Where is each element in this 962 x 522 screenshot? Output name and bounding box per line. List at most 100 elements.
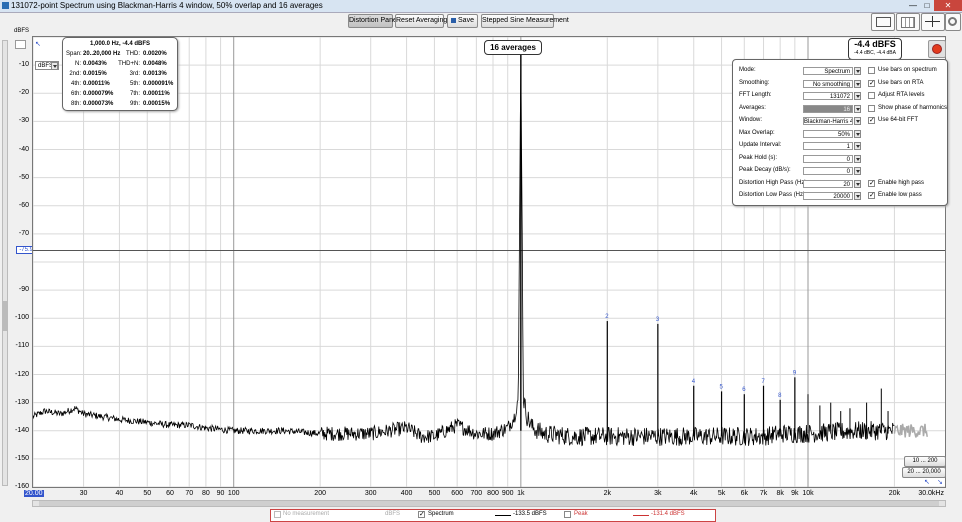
y-axis-unit: dBFS <box>14 28 30 34</box>
chevron-down-icon[interactable] <box>854 167 861 175</box>
legend-bar: No measurement dBFS ✓ Spectrum -133.5 dB… <box>270 509 716 522</box>
thdn-label: THD+N: <box>118 61 140 67</box>
harmonic-value: 0.0015% <box>83 71 107 77</box>
record-button[interactable] <box>928 40 946 58</box>
harmonic-value: 0.000079% <box>83 91 114 97</box>
setting-checkbox-label: Use bars on RTA <box>878 79 924 86</box>
setting-control[interactable]: Blackman-Harris 4 <box>803 117 853 125</box>
setting-control[interactable]: 20000 <box>803 192 853 200</box>
harmonic-label: 9th: <box>129 101 140 107</box>
setting-control[interactable]: 0 <box>803 167 853 175</box>
maximize-icon[interactable]: □ <box>920 0 934 11</box>
chevron-down-icon[interactable] <box>854 192 861 200</box>
x-zoom-out-icon[interactable]: ↖ <box>924 478 930 486</box>
settings-gear-icon[interactable] <box>945 13 961 31</box>
enable-high-pass-checkbox[interactable]: ✓ <box>868 179 875 187</box>
chevron-down-icon[interactable] <box>854 129 861 138</box>
setting-checkbox-label: Use 64-bit FFT <box>878 117 919 123</box>
chevron-down-icon[interactable] <box>854 67 861 75</box>
setting-control[interactable]: No smoothing <box>803 79 853 88</box>
stepped-sine-button[interactable]: Stepped Sine Measurement <box>481 14 569 28</box>
save-label: Save <box>458 17 474 24</box>
harmonic-label: 2nd: <box>69 71 81 77</box>
harmonic-label: 5th: <box>129 81 140 87</box>
title-bar: 131072-point Spectrum using Blackman-Har… <box>0 0 962 13</box>
enable-low-pass-checkbox[interactable]: ✓ <box>868 192 875 199</box>
x-tick-label: 80 <box>201 490 210 497</box>
screen-layout-icon[interactable] <box>871 13 895 31</box>
setting-control[interactable]: 20 <box>803 179 853 188</box>
x-tick-label: 900 <box>501 490 514 497</box>
y-unit-select[interactable]: dBFS <box>35 61 59 70</box>
no-measurement-checkbox[interactable] <box>274 511 281 518</box>
setting-label: Averages: <box>739 104 766 111</box>
chevron-down-icon[interactable] <box>854 179 861 188</box>
reset-averaging-button[interactable]: Reset Averaging <box>395 14 447 28</box>
x-tick-label: 9k <box>791 490 799 497</box>
distortion-panel-button[interactable]: Distortion Panel <box>348 14 398 28</box>
y-tick-label: -120 <box>14 370 29 378</box>
chevron-down-icon[interactable] <box>854 117 861 125</box>
y-tick-label: -30 <box>18 117 29 125</box>
harmonic-value: 0.000091% <box>143 81 174 87</box>
grid-layout-icon[interactable] <box>896 13 920 31</box>
setting-control[interactable]: 16 <box>803 104 853 113</box>
app-icon <box>2 2 9 9</box>
spectrum-checkbox[interactable]: ✓ <box>418 511 425 518</box>
chevron-down-icon[interactable] <box>854 79 861 88</box>
horizontal-scrollbar[interactable] <box>32 500 946 507</box>
chevron-down-icon[interactable] <box>854 92 861 100</box>
noise-label: N: <box>75 61 81 67</box>
chevron-down-icon[interactable] <box>854 142 861 150</box>
setting-control[interactable]: 0 <box>803 154 853 163</box>
harmonic-label: 7th: <box>129 91 140 97</box>
y-tick-label: -130 <box>14 398 29 406</box>
setting-control[interactable]: Spectrum <box>803 67 853 75</box>
setting-control[interactable]: 50% <box>803 129 853 138</box>
x-tick-label: 700 <box>470 490 483 497</box>
x-tick-label: 90 <box>216 490 225 497</box>
y-axis-lock-icon[interactable] <box>15 40 26 49</box>
minimize-icon[interactable]: — <box>906 0 920 11</box>
chevron-down-icon[interactable] <box>854 104 861 113</box>
setting-checkbox[interactable]: ✓ <box>868 79 875 87</box>
setting-checkbox[interactable]: ✓ <box>868 117 875 124</box>
setting-checkbox[interactable] <box>868 67 875 74</box>
setting-label: Mode: <box>739 67 756 73</box>
harmonic-marker: 2 <box>605 314 609 320</box>
setting-control[interactable]: 131072 <box>803 92 853 100</box>
y-tick-label: -100 <box>14 314 29 322</box>
y-tick-label: -10 <box>18 61 29 69</box>
distortion-panel: 1,000.0 Hz, -4.4 dBFS Span: 20..20,000 H… <box>62 37 178 111</box>
plot-zoom-icon[interactable]: ↖ <box>35 40 41 48</box>
peak-legend-value: -131.4 dBFS <box>651 511 685 517</box>
setting-checkbox[interactable] <box>868 104 875 112</box>
chevron-down-icon <box>51 62 58 70</box>
thd-value: 0.0020% <box>143 51 167 57</box>
range-20-20000-button[interactable]: 20 ... 20,000 <box>902 467 946 478</box>
legend-unit: dBFS <box>385 511 401 517</box>
x-tick-label: 30 <box>79 490 88 497</box>
x-tick-label: 200 <box>314 490 326 497</box>
harmonic-marker: 5 <box>720 384 724 390</box>
save-icon <box>451 18 457 23</box>
harmonic-value: 0.00011% <box>143 91 170 97</box>
x-zoom-in-icon[interactable]: ↘ <box>937 478 943 486</box>
save-button[interactable]: Save <box>447 14 478 28</box>
setting-control[interactable]: 1 <box>803 142 853 150</box>
x-tick-label: 5k <box>717 490 726 497</box>
y-tick-label: -40 <box>18 145 29 153</box>
y-tick-label: -110 <box>15 342 30 350</box>
y-tick-label: -50 <box>18 173 29 181</box>
chevron-down-icon[interactable] <box>854 154 861 163</box>
range-10-200-button[interactable]: 10 ... 200 <box>904 456 946 467</box>
close-icon[interactable]: ✕ <box>934 0 962 11</box>
zoom-axes-icon[interactable] <box>921 13 945 31</box>
span-label: Span: <box>66 51 82 57</box>
setting-checkbox[interactable] <box>868 92 875 99</box>
y-tick-label: -150 <box>14 454 29 462</box>
vertical-scrollbar[interactable] <box>2 40 8 486</box>
peak-checkbox[interactable] <box>564 511 571 518</box>
y-tick-label: -90 <box>18 286 29 294</box>
setting-label: Smoothing: <box>739 79 770 86</box>
